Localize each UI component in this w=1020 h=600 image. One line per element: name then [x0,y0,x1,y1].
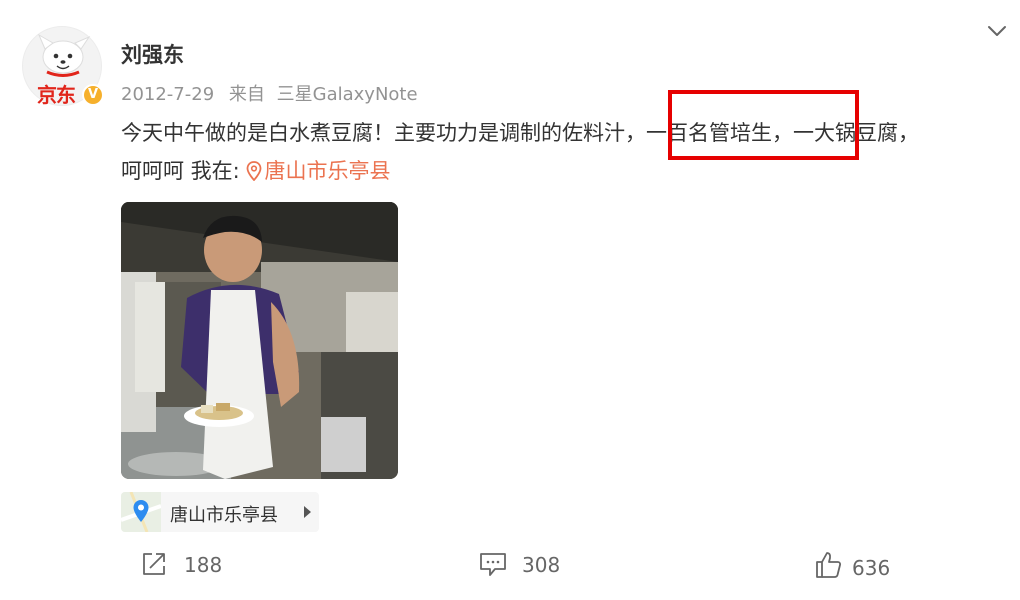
repost-button[interactable]: 188 [140,550,260,582]
location-card[interactable]: 唐山市乐亭县 [121,492,319,532]
post-text-line2: 呵呵呵 我在: 唐山市乐亭县 [121,152,1006,190]
location-card-label: 唐山市乐亭县 [170,505,278,526]
verified-badge-icon: V [82,84,104,106]
share-icon [143,553,165,575]
chevron-right-icon [304,506,311,518]
post-meta: 2012-7-29 来自 三星GalaxyNote [121,80,427,106]
location-pin-icon [247,161,262,182]
comment-button[interactable]: 308 [478,550,598,582]
cooking-photo-image [121,202,398,479]
post-source-prefix: 来自 [228,84,265,105]
repost-count: 188 [184,553,223,577]
post-text-prefix: 呵呵呵 我在: [121,159,240,183]
map-pin-icon [121,492,161,532]
post-username[interactable]: 刘强东 [121,39,184,69]
location-link[interactable]: 唐山市乐亭县 [246,159,390,183]
location-link-text: 唐山市乐亭县 [264,159,391,183]
post-photo[interactable] [121,202,398,479]
chevron-down-icon[interactable] [985,20,1009,42]
map-thumbnail [121,492,161,532]
like-button[interactable]: 636 [814,550,934,582]
post-source-device[interactable]: 三星GalaxyNote [277,84,418,105]
comment-count: 308 [522,553,561,577]
avatar-brand-logo: 京东 [37,83,76,107]
post-date[interactable]: 2012-7-29 [121,84,214,105]
post-text-line1: 今天中午做的是白水煮豆腐！主要功力是调制的佐料汁，一百名管培生，一大锅豆腐， [121,121,919,145]
highlight-box [668,90,859,160]
thumbs-up-icon [816,552,842,578]
comment-icon [480,553,506,576]
post-content: 今天中午做的是白水煮豆腐！主要功力是调制的佐料汁，一百名管培生，一大锅豆腐， 呵… [121,114,1006,190]
like-count: 636 [852,556,891,580]
